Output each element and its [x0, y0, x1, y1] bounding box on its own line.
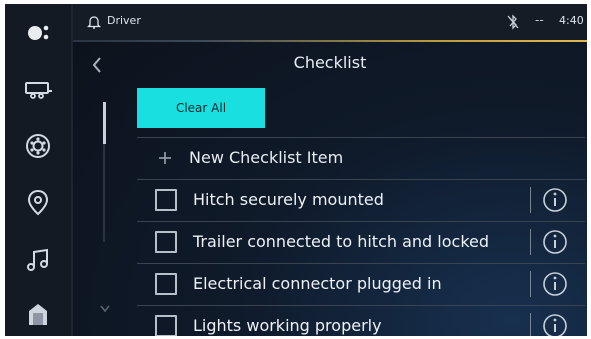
app-rail: [5, 4, 71, 336]
bluetooth-off-icon: [507, 14, 519, 30]
music-note-icon[interactable]: [18, 240, 58, 280]
plus-icon: [159, 152, 171, 164]
info-icon[interactable]: [541, 228, 569, 256]
status-bar: Driver -- 4:40: [73, 4, 587, 40]
checklist-item: Electrical connector plugged in: [137, 263, 585, 305]
checklist-item: Trailer connected to hitch and locked: [137, 221, 585, 263]
item-divider: [530, 229, 531, 255]
item-checkbox[interactable]: [155, 273, 177, 295]
phone-icon[interactable]: [18, 294, 58, 334]
item-label[interactable]: Lights working properly: [193, 316, 382, 335]
item-divider: [530, 313, 531, 336]
item-divider: [530, 187, 531, 213]
item-label[interactable]: Electrical connector plugged in: [193, 274, 442, 293]
item-divider: [530, 271, 531, 297]
item-checkbox[interactable]: [155, 189, 177, 211]
new-checklist-item-button[interactable]: New Checklist Item: [137, 140, 585, 178]
info-icon[interactable]: [541, 312, 569, 336]
row-divider: [137, 137, 585, 138]
page-title: Checklist: [293, 53, 367, 72]
trailer-icon[interactable]: [18, 70, 58, 110]
main-panel: Driver -- 4:40 Checklist Clear All New C…: [73, 4, 587, 336]
info-icon[interactable]: [541, 270, 569, 298]
item-checkbox[interactable]: [155, 231, 177, 253]
checklist-item: Lights working properly: [137, 305, 585, 336]
bell-icon[interactable]: [87, 14, 101, 30]
location-pin-icon[interactable]: [18, 182, 58, 222]
item-label[interactable]: Hitch securely mounted: [193, 190, 384, 209]
infotainment-screen: Driver -- 4:40 Checklist Clear All New C…: [5, 4, 587, 336]
info-icon[interactable]: [541, 186, 569, 214]
assistant-icon[interactable]: [18, 12, 58, 52]
item-checkbox[interactable]: [155, 315, 177, 336]
item-label[interactable]: Trailer connected to hitch and locked: [193, 232, 489, 251]
new-checklist-item-label: New Checklist Item: [189, 148, 344, 167]
scroll-down-chevron-icon[interactable]: [99, 304, 111, 314]
profile-name[interactable]: Driver: [107, 14, 141, 27]
page-header: Checklist: [73, 42, 587, 90]
scrollbar-thumb[interactable]: [103, 102, 106, 144]
signal-indicator: --: [535, 13, 544, 27]
clock: 4:40: [559, 14, 584, 27]
apps-icon[interactable]: [18, 126, 58, 166]
clear-all-button[interactable]: Clear All: [137, 88, 265, 128]
checklist-item: Hitch securely mounted: [137, 179, 585, 221]
